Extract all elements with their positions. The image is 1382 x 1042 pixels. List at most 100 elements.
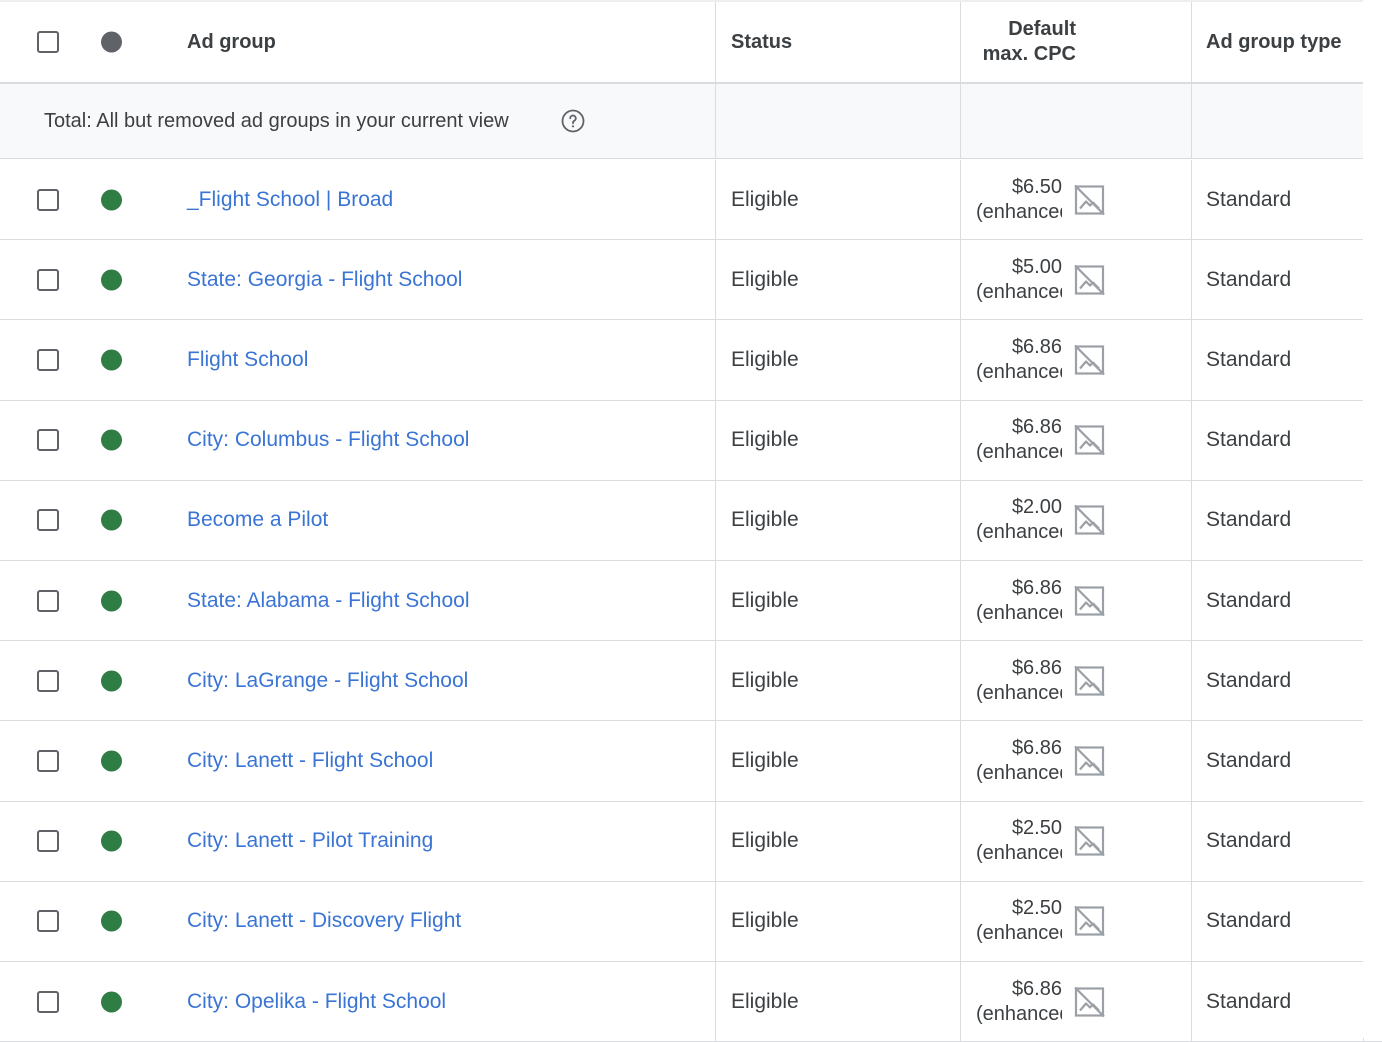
status-cell: Eligible [731,962,799,1041]
status-dot-enabled[interactable] [101,991,122,1013]
cpc-value: $2.50 [1011,817,1062,840]
ad-group-link[interactable]: City: Lanett - Flight School [187,749,433,773]
row-checkbox[interactable] [37,749,59,772]
column-header-ad-group[interactable]: Ad group [187,2,276,82]
row-checkbox[interactable] [37,188,59,211]
no-image-icon[interactable] [1073,744,1106,777]
status-text: Eligible [731,588,799,612]
ad-group-type-cell: Standard [1206,641,1291,720]
no-image-icon[interactable] [1073,263,1106,296]
cpc-cell[interactable]: $6.86 (enhanced) [962,641,1062,720]
cpc-value: $2.50 [1011,897,1062,920]
cpc-note: (enhanced) [976,441,1062,464]
column-divider [715,240,716,320]
cpc-cell[interactable]: $6.86 (enhanced) [962,320,1062,399]
ad-group-type-text: Standard [1206,909,1292,933]
column-header-status[interactable]: Status [731,2,792,82]
ad-group-link[interactable]: City: Opelika - Flight School [187,990,446,1014]
column-divider [960,400,961,480]
column-header-ad-group-type[interactable]: Ad group type [1206,2,1342,82]
status-cell: Eligible [731,641,799,720]
status-dot-enabled[interactable] [101,830,122,852]
help-icon[interactable] [561,109,585,133]
status-dot-enabled[interactable] [101,670,122,692]
no-image-icon[interactable] [1073,825,1106,858]
cpc-note: (enhanced) [976,761,1062,784]
column-divider [960,561,961,641]
cpc-cell[interactable]: $6.86 (enhanced) [962,721,1062,800]
ad-group-type-text: Standard [1206,989,1292,1013]
row-checkbox[interactable] [37,589,59,612]
column-header-ad-group-type-label: Ad group type [1206,30,1342,53]
status-dot-enabled[interactable] [101,349,122,371]
ad-group-link[interactable]: Become a Pilot [187,508,328,532]
ad-group-link[interactable]: Flight School [187,348,308,372]
ad-group-cell: State: Georgia - Flight School [187,240,462,319]
ad-group-link[interactable]: City: Lanett - Discovery Flight [187,909,461,933]
ad-group-link[interactable]: City: Columbus - Flight School [187,428,469,452]
ad-group-cell: Flight School [187,320,308,399]
ad-group-type-text: Standard [1206,347,1292,371]
ad-group-link[interactable]: City: Lanett - Pilot Training [187,829,433,853]
ad-group-type-cell: Standard [1206,320,1291,399]
column-header-default-max-cpc[interactable]: Default max. CPC [962,2,1076,82]
select-all-checkbox[interactable] [37,31,59,53]
ad-group-link[interactable]: State: Alabama - Flight School [187,589,470,613]
no-image-icon[interactable] [1073,985,1106,1018]
no-image-icon[interactable] [1073,664,1106,697]
ad-group-cell: City: Lanett - Pilot Training [187,802,433,881]
row-checkbox[interactable] [37,509,59,532]
column-divider [1191,240,1192,320]
column-divider [1191,721,1192,801]
row-checkbox[interactable] [37,348,59,371]
ad-group-cell: City: Opelika - Flight School [187,962,446,1041]
status-dot-enabled[interactable] [101,750,122,772]
row-checkbox[interactable] [37,669,59,692]
row-checkbox[interactable] [37,830,59,853]
status-dot-enabled[interactable] [101,429,122,451]
row-checkbox[interactable] [37,268,59,291]
row-checkbox[interactable] [37,990,59,1013]
cpc-cell[interactable]: $5.00 (enhanced) [962,240,1062,319]
cpc-cell[interactable]: $2.50 (enhanced) [962,882,1062,961]
ad-groups-table: Ad group Status Default max. CPC Ad grou… [0,0,1382,1042]
ad-group-link[interactable]: State: Georgia - Flight School [187,268,462,292]
table-row: City: Lanett - Discovery Flight Eligible… [0,881,1382,962]
row-checkbox[interactable] [37,910,59,933]
status-dot-enabled[interactable] [101,910,122,932]
column-divider [1191,320,1192,400]
ad-group-type-text: Standard [1206,748,1292,772]
ad-group-type-cell: Standard [1206,481,1291,560]
status-dot-enabled[interactable] [101,590,122,612]
no-image-icon[interactable] [1073,584,1106,617]
status-cell: Eligible [731,882,799,961]
cpc-cell[interactable]: $6.50 (enhanced) [962,160,1062,239]
status-dot-enabled[interactable] [101,269,122,291]
ad-group-link[interactable]: _Flight School | Broad [187,188,393,212]
ad-group-cell: Become a Pilot [187,481,328,560]
cpc-note: (enhanced) [976,280,1062,303]
cpc-cell[interactable]: $2.00 (enhanced) [962,481,1062,560]
cpc-cell[interactable]: $2.50 (enhanced) [962,802,1062,881]
cpc-cell[interactable]: $6.86 (enhanced) [962,401,1062,480]
cpc-cell[interactable]: $6.86 (enhanced) [962,561,1062,640]
status-dot-header [101,31,122,53]
no-image-icon[interactable] [1073,424,1106,457]
ad-group-link[interactable]: City: LaGrange - Flight School [187,669,468,693]
column-header-ad-group-label: Ad group [187,30,276,53]
status-dot-enabled[interactable] [101,509,122,531]
no-image-icon[interactable] [1073,343,1106,376]
status-cell: Eligible [731,721,799,800]
cpc-cell[interactable]: $6.86 (enhanced) [962,962,1062,1041]
no-image-icon[interactable] [1073,183,1106,216]
ad-group-type-cell: Standard [1206,401,1291,480]
no-image-icon[interactable] [1073,504,1106,537]
no-image-icon[interactable] [1073,905,1106,938]
status-cell: Eligible [731,802,799,881]
table-row: Flight School Eligible $6.86 (enhanced) … [0,320,1382,401]
status-text: Eligible [731,829,799,853]
status-dot-enabled[interactable] [101,189,122,211]
cpc-note: (enhanced) [976,922,1062,945]
column-header-cpc-line2: max. CPC [982,43,1076,65]
row-checkbox[interactable] [37,429,59,452]
